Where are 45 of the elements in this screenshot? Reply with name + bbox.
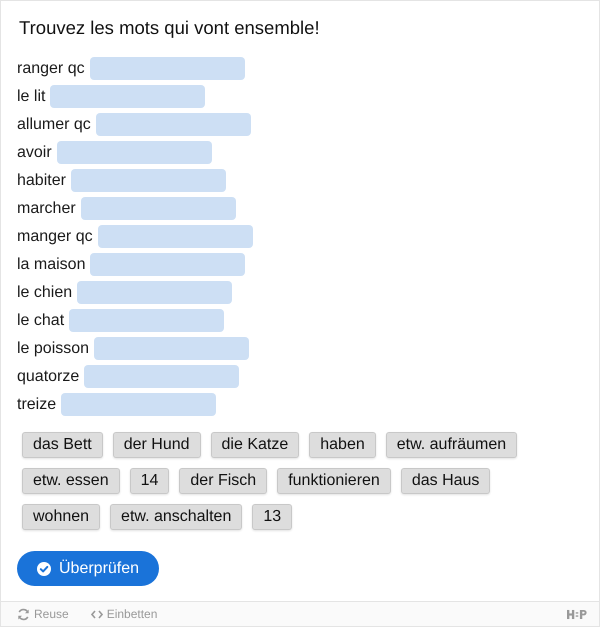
logo-icon <box>567 608 587 620</box>
prompt-text: le poisson <box>17 338 90 358</box>
answer-field[interactable] <box>50 85 206 108</box>
prompt-text: ranger qc <box>17 58 85 78</box>
check-button[interactable]: Überprüfen <box>17 551 160 586</box>
word-tile[interactable]: 14 <box>130 468 170 494</box>
task-title: Trouvez les mots qui vont ensemble! <box>19 17 320 39</box>
answer-field[interactable] <box>61 393 216 416</box>
word-tile[interactable]: der Fisch <box>179 468 268 494</box>
word-tile[interactable]: haben <box>309 432 376 458</box>
prompt-text: manger qc <box>17 226 93 246</box>
word-tile[interactable]: 13 <box>252 504 292 530</box>
answer-field[interactable] <box>70 169 226 192</box>
answer-field[interactable] <box>90 253 246 276</box>
answer-field[interactable] <box>69 309 224 332</box>
prompt-text: habiter <box>17 170 66 190</box>
answer-field[interactable] <box>94 337 250 360</box>
prompt-text: le lit <box>17 86 46 106</box>
word-tile[interactable]: etw. essen <box>22 468 120 494</box>
answer-field[interactable] <box>80 197 236 220</box>
prompt-text: allumer qc <box>17 114 91 134</box>
word-tile[interactable]: wohnen <box>22 504 100 530</box>
word-tile[interactable]: die Katze <box>210 432 300 458</box>
prompt-text: treize <box>17 394 56 414</box>
answer-field[interactable] <box>98 225 253 248</box>
word-tile[interactable]: das Bett <box>22 432 103 458</box>
prompt-text: le chat <box>17 310 64 330</box>
word-tile[interactable]: etw. aufräumen <box>386 432 518 458</box>
answer-field[interactable] <box>90 57 245 80</box>
prompt-text: avoir <box>17 142 52 162</box>
prompt-text: la maison <box>17 254 86 274</box>
answer-field[interactable] <box>77 281 232 304</box>
word-tile[interactable]: das Haus <box>400 468 490 494</box>
answer-field[interactable] <box>96 113 251 136</box>
word-tile[interactable]: etw. anschalten <box>110 504 242 530</box>
check-circle-icon <box>37 562 51 576</box>
prompt-text: marcher <box>17 198 76 218</box>
word-tile[interactable]: funktionieren <box>277 468 391 494</box>
prompt-text: le chien <box>17 282 72 302</box>
prompt-text: quatorze <box>17 366 80 386</box>
refresh-icon <box>17 608 30 620</box>
answer-field[interactable] <box>84 365 240 388</box>
answer-field[interactable] <box>56 141 212 164</box>
word-tile[interactable]: der Hund <box>112 432 201 458</box>
code-icon <box>90 610 103 618</box>
